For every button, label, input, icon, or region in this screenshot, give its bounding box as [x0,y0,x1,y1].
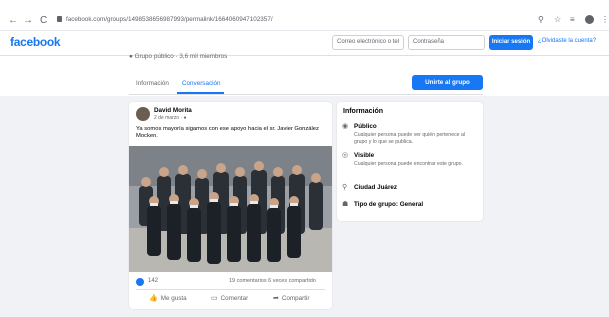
post-timestamp[interactable]: 2 de marzo · ● [154,115,187,121]
email-field[interactable]: Correo electrónico o tel [332,35,404,50]
post-author[interactable]: David Morita [154,107,192,114]
location-icon: ⚲ [342,184,348,191]
info-public-heading: Público [354,123,377,130]
info-location: Ciudad Juárez [354,184,398,191]
share-button[interactable]: ➦ Compartir [273,294,310,302]
back-icon[interactable]: ← [8,16,18,26]
comment-icon: ▭ [211,295,218,302]
comment-label: Comentar [220,295,249,302]
info-public-desc: Cualquier persona puede ver quién perten… [354,132,466,145]
forward-icon[interactable]: → [23,16,33,26]
lock-icon [57,16,62,22]
like-label: Me gusta [160,295,187,302]
like-button[interactable]: 👍 Me gusta [149,294,187,302]
like-icon: 👍 [149,295,158,302]
post-photo[interactable] [129,146,332,272]
info-group-type: Tipo de grupo: General [354,201,424,208]
reaction-count[interactable]: 142 [148,278,158,284]
forgot-account-link[interactable]: ¿Olvidaste la cuenta? [538,38,596,44]
info-visible-heading: Visible [354,152,375,159]
public-icon: ● [183,115,187,121]
star-icon[interactable]: ☆ [554,15,561,25]
comments-shares-count[interactable]: 19 comentarios 6 veces compartido [229,278,316,284]
join-group-button[interactable]: Unirte al grupo [412,75,483,90]
info-visible-desc: Cualquier persona puede encontrar este g… [354,161,464,167]
reload-icon[interactable]: C [40,16,47,26]
address-bar[interactable]: facebook.com/groups/1498538656987993/per… [66,16,273,23]
group-meta-text: Grupo público · 3,6 mil miembros [134,53,228,60]
tab-informacion[interactable]: Información [136,80,169,87]
globe-icon: ● [129,53,133,60]
queue-icon[interactable]: ≡ [570,15,575,25]
share-label: Compartir [281,295,310,302]
tabs-divider [129,94,483,95]
menu-icon[interactable]: ⋮ [601,15,609,25]
comment-button[interactable]: ▭ Comentar [211,294,248,302]
like-reaction-icon [136,278,144,286]
avatar[interactable] [136,107,150,121]
search-icon[interactable]: ⚲ [538,15,544,25]
group-photo-image [129,146,332,272]
post-text: Ya somos mayoría sigamos con ese apoyo h… [136,126,319,139]
profile-icon[interactable] [585,15,594,24]
eye-icon: ◎ [342,152,349,159]
tab-conversacion[interactable]: Conversación [182,80,221,87]
group-icon: ☗ [342,201,349,208]
info-title: Información [343,108,384,115]
login-button[interactable]: Iniciar sesión [489,35,533,50]
group-meta: ● Grupo público · 3,6 mil miembros [129,53,227,60]
facebook-logo[interactable]: facebook [10,35,61,49]
password-field[interactable]: Contraseña [408,35,485,50]
post-timestamp-text: 2 de marzo · [154,115,184,121]
actions-divider [136,289,325,290]
globe-icon: ◉ [342,123,349,130]
share-icon: ➦ [273,295,279,302]
